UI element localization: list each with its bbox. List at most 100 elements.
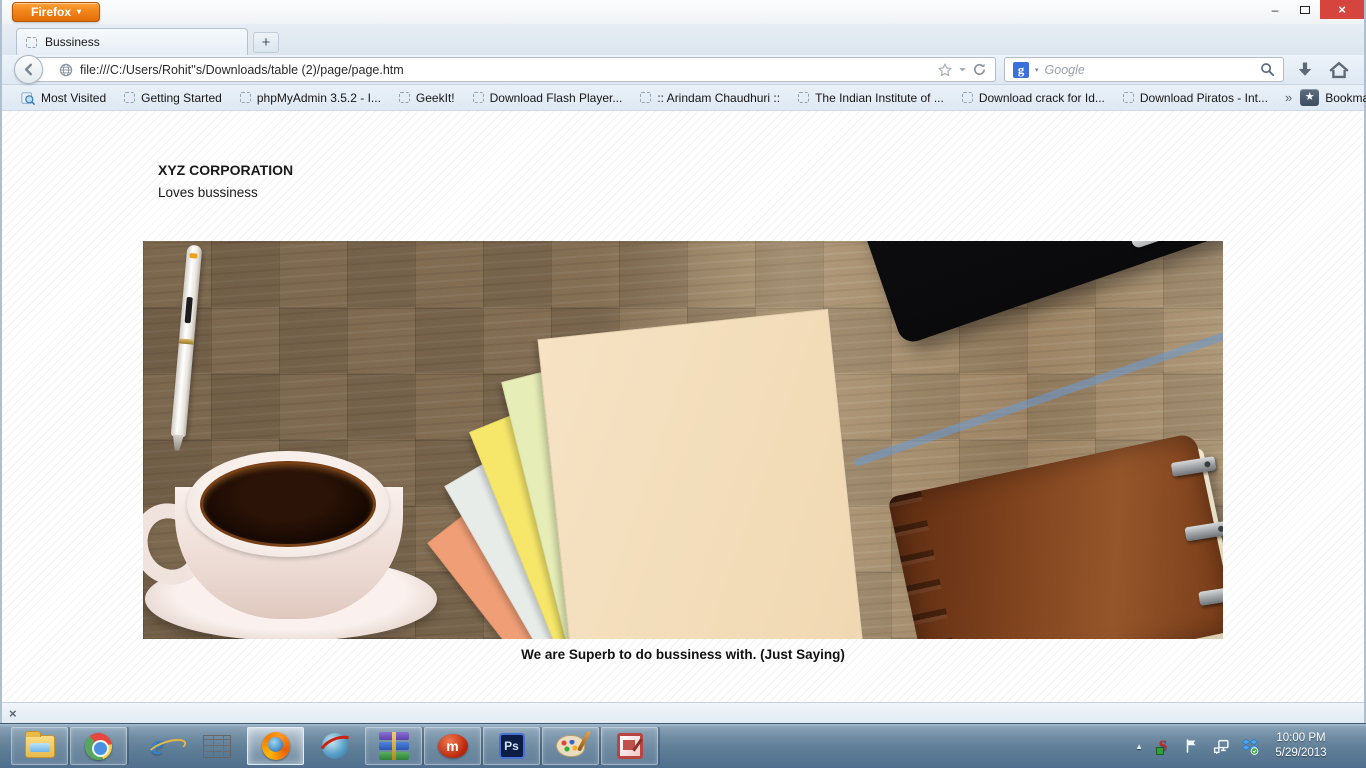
bookmark-label: Download Flash Player... — [489, 90, 623, 105]
page-heading: XYZ CORPORATION — [158, 162, 294, 178]
page-caption: We are Superb to do bussiness with. (Jus… — [521, 647, 845, 662]
google-icon: g — [1013, 61, 1029, 78]
firefox-icon — [261, 732, 290, 760]
download-arrow-icon — [1298, 62, 1312, 76]
favicon-placeholder-icon — [1122, 92, 1134, 103]
taskbar-clock[interactable]: 10:00 PM 5/29/2013 — [1270, 731, 1332, 761]
taskbar-windows-explorer[interactable] — [11, 727, 68, 765]
page-subheading: Loves bussiness — [158, 185, 258, 200]
coffee-surface — [200, 461, 376, 547]
favicon-placeholder-icon — [398, 92, 410, 103]
page-content: XYZ CORPORATION Loves bussiness We are S… — [2, 111, 1364, 702]
taskbar-picture-manager[interactable] — [601, 727, 658, 765]
back-button[interactable] — [14, 55, 43, 84]
desktop-screen: Firefox ▾ – × Bussiness + file:///C:/Use — [0, 0, 1366, 768]
picture-manager-icon — [616, 733, 643, 759]
chrome-icon — [85, 732, 112, 760]
chevron-down-icon[interactable] — [958, 65, 967, 74]
downloads-button[interactable] — [1292, 57, 1318, 83]
addon-bar: × — [2, 702, 1364, 723]
title-bar: Firefox ▾ – × — [2, 0, 1364, 24]
book-clasp — [1170, 456, 1217, 477]
maxthon-icon: m — [437, 734, 468, 758]
search-placeholder: Google — [1044, 62, 1085, 77]
bookmark-item[interactable]: phpMyAdmin 3.5.2 - I... — [231, 85, 390, 110]
firefox-window: Firefox ▾ – × Bussiness + file:///C:/Use — [0, 0, 1366, 723]
taskbar-paint[interactable] — [542, 727, 599, 765]
red-s-app-icon: S — [1155, 737, 1168, 755]
tab-bussiness[interactable]: Bussiness — [16, 28, 248, 55]
desk-scene-image — [143, 241, 1223, 639]
bookmark-item[interactable]: Download crack for Id... — [953, 85, 1114, 110]
hidden-icons-arrow[interactable]: ▲ — [1135, 742, 1143, 751]
taskbar-globe-downloader[interactable] — [306, 727, 363, 765]
windows-taskbar: e m Ps ▲ S 10:00 PM 5/29/2013 — [0, 723, 1366, 768]
bookmark-label: The Indian Institute of ... — [815, 90, 944, 105]
bookmarks-star-icon: ★ — [1300, 89, 1320, 106]
paint-palette-icon — [556, 735, 585, 757]
taskbar-maxthon[interactable]: m — [424, 727, 481, 765]
network-button[interactable] — [1212, 737, 1230, 755]
tab-strip: Bussiness + — [2, 24, 1364, 55]
close-addon-bar-button[interactable]: × — [9, 707, 17, 720]
bookmarks-menu-label: Bookmarks — [1325, 90, 1366, 105]
home-button[interactable] — [1326, 57, 1352, 83]
action-center-button[interactable] — [1183, 737, 1201, 755]
favicon-placeholder-icon — [798, 92, 810, 103]
taskbar-chrome[interactable] — [70, 727, 127, 765]
book-clasp — [1184, 520, 1223, 542]
urlbar-action-icons — [937, 62, 987, 78]
dropbox-button[interactable] — [1241, 737, 1259, 755]
taskbar-internet-explorer[interactable]: e — [129, 727, 186, 765]
page-container: XYZ CORPORATION Loves bussiness We are S… — [143, 111, 1223, 662]
favicon-placeholder-icon — [124, 92, 136, 103]
brick-wall-icon — [202, 734, 231, 758]
leather-book-image — [887, 432, 1223, 639]
folder-icon — [24, 730, 55, 758]
clock-time: 10:00 PM — [1276, 732, 1326, 745]
back-arrow-icon — [24, 63, 33, 76]
taskbar-winrar[interactable] — [365, 727, 422, 765]
photoshop-icon: Ps — [498, 733, 525, 759]
favicon-placeholder-icon — [961, 92, 973, 103]
bookmark-item[interactable]: Download Piratos - Int... — [1114, 85, 1277, 110]
close-button[interactable]: × — [1320, 0, 1364, 19]
search-box[interactable]: g ▾ Google — [1004, 57, 1284, 82]
bookmarks-menu-button[interactable]: ★ Bookmarks — [1300, 89, 1366, 106]
bookmark-item[interactable]: :: Arindam Chaudhuri :: — [631, 85, 789, 110]
bookmark-label: Getting Started — [141, 90, 222, 105]
maximize-button[interactable] — [1290, 0, 1320, 19]
bookmark-label: Most Visited — [41, 90, 107, 105]
taskbar-firefox-active[interactable] — [247, 727, 304, 765]
dropbox-icon — [1241, 738, 1259, 755]
search-icon[interactable] — [1260, 62, 1275, 77]
globe-red-swoosh-icon — [321, 733, 348, 759]
chevron-down-icon: ▾ — [77, 7, 82, 16]
taskbar-photoshop[interactable]: Ps — [483, 727, 540, 765]
flag-icon — [1186, 739, 1196, 753]
network-icon — [1213, 739, 1229, 754]
url-bar[interactable]: file:///C:/Users/Rohit''s/Downloads/tabl… — [34, 57, 996, 82]
bookmark-item[interactable]: The Indian Institute of ... — [789, 85, 953, 110]
bookmark-item[interactable]: Download Flash Player... — [464, 85, 632, 110]
fanned-papers-image — [427, 307, 903, 639]
globe-icon — [59, 63, 73, 76]
most-visited-icon — [21, 91, 35, 105]
navigation-toolbar: file:///C:/Users/Rohit''s/Downloads/tabl… — [2, 55, 1364, 85]
minimize-button[interactable]: – — [1260, 0, 1290, 19]
taskbar-bricks-app[interactable] — [188, 727, 245, 765]
bookmark-label: :: Arindam Chaudhuri :: — [657, 90, 781, 105]
clock-date: 5/29/2013 — [1275, 747, 1327, 759]
bookmark-star-icon[interactable] — [937, 62, 953, 78]
firefox-menu-button[interactable]: Firefox ▾ — [12, 2, 100, 22]
chevron-down-icon[interactable]: ▾ — [1035, 66, 1039, 74]
bookmark-item[interactable]: Getting Started — [115, 85, 231, 110]
bookmark-most-visited[interactable]: Most Visited — [12, 85, 115, 110]
tab-title: Bussiness — [45, 35, 100, 49]
close-icon: × — [1338, 2, 1346, 17]
new-tab-button[interactable]: + — [253, 32, 279, 53]
bookmarks-overflow-chevron[interactable]: » — [1277, 90, 1300, 105]
reload-icon[interactable] — [972, 62, 987, 77]
bookmark-item[interactable]: GeekIt! — [390, 85, 464, 110]
tray-app-button[interactable]: S — [1154, 737, 1172, 755]
